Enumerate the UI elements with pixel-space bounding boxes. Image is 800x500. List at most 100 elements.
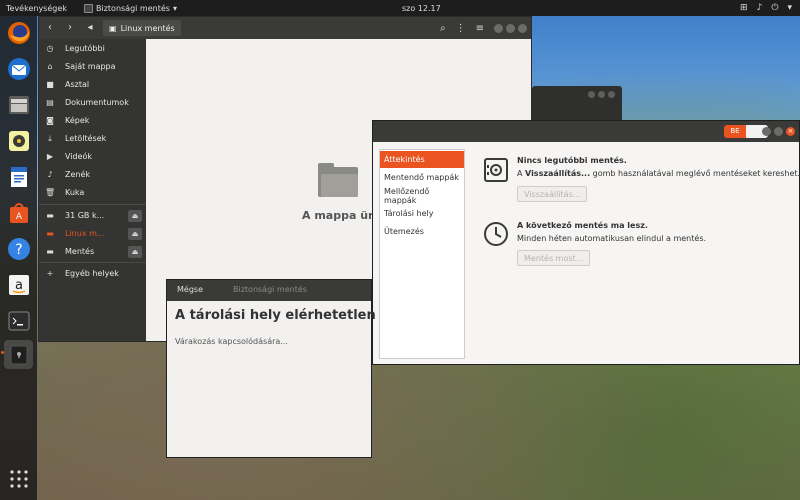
firefox-icon[interactable] (4, 18, 33, 47)
dialog-status-text: Várakozás kapcsolódására... (175, 337, 288, 346)
eject-icon[interactable]: ⏏ (128, 209, 142, 222)
video-icon: ▶ (46, 152, 54, 161)
close-button[interactable] (518, 23, 527, 33)
sidebar-item-desktop[interactable]: ■ Asztal (39, 76, 146, 93)
minimize-button[interactable] (762, 127, 771, 136)
sidebar-item-recent[interactable]: ◷ Legutóbbi (39, 40, 146, 57)
sidebar-item-downloads[interactable]: ⤓ Letöltések (39, 130, 146, 147)
terminal-icon[interactable] (4, 306, 33, 335)
empty-folder-icon (318, 163, 358, 197)
sidebar-item-home[interactable]: ⌂ Saját mappa (39, 58, 146, 75)
download-icon: ⤓ (48, 133, 52, 143)
cancel-button[interactable]: Mégse (177, 285, 203, 294)
sidebar-item-drive-31gb[interactable]: ▬ 31 GB k... ⏏ (39, 207, 146, 224)
app-menu-label: Biztonsági mentés (96, 3, 170, 13)
empty-folder-text: A mappa üre (302, 209, 381, 222)
menu-icon[interactable]: ≡ (476, 23, 484, 34)
sidebar-item-linux-backup[interactable]: ▬ Linux m... ⏏ (39, 225, 146, 242)
files-icon[interactable] (4, 90, 33, 119)
drive-icon: ▬ (46, 229, 54, 238)
clock-icon: ◷ (46, 44, 54, 53)
backup-now-button[interactable]: Mentés most... (517, 250, 591, 266)
app-grid-icon[interactable] (4, 464, 33, 493)
dock: A ? a (0, 16, 37, 500)
close-button[interactable] (608, 91, 615, 98)
sidebar-separator (39, 204, 146, 205)
last-backup-description: A Visszaállítás... gomb használatával me… (517, 169, 800, 178)
eject-icon[interactable]: ⏏ (128, 227, 142, 240)
writer-icon[interactable] (4, 162, 33, 191)
nav-folders-to-save[interactable]: Mentendő mappák (380, 169, 464, 186)
dialog-heading: A tárolási hely elérhetetlen (175, 308, 376, 323)
nav-overview[interactable]: Áttekintés (380, 151, 464, 168)
software-icon[interactable]: A (4, 198, 33, 227)
system-tray[interactable]: ⊞ ♪ ⏻ ▾ (740, 3, 792, 13)
folder-icon: ■ (46, 80, 54, 89)
next-backup-description: Minden héten automatikusan elindul a men… (517, 234, 707, 243)
eject-icon[interactable]: ⏏ (128, 245, 142, 258)
svg-text:a: a (15, 278, 23, 293)
toggle-on-label: BE (724, 125, 746, 138)
nav-scheduling[interactable]: Ütemezés (380, 223, 464, 240)
clock-icon (484, 222, 508, 246)
volume-icon[interactable]: ♪ (757, 3, 763, 13)
rhythmbox-icon[interactable] (4, 126, 33, 155)
trash-icon: 🗑 (45, 188, 56, 197)
app-menu[interactable]: Biztonsági mentés ▾ (84, 3, 177, 13)
activities-button[interactable]: Tevékenységek (0, 4, 84, 13)
close-button[interactable]: × (786, 127, 795, 136)
safe-icon (484, 158, 508, 182)
next-backup-title: A következő mentés ma lesz. (517, 221, 648, 230)
nav-storage-location[interactable]: Tárolási hely (380, 205, 464, 222)
maximize-button[interactable] (598, 91, 605, 98)
sidebar-item-backup[interactable]: ▬ Mentés ⏏ (39, 243, 146, 260)
drive-icon: ▣ (109, 23, 117, 33)
camera-icon: ◙ (46, 116, 54, 125)
restore-button[interactable]: Visszaállítás... (517, 186, 588, 202)
nav-folders-to-ignore[interactable]: Mellőzendő mappák (380, 187, 464, 205)
dialog-title: Biztonsági mentés (233, 285, 307, 294)
maximize-button[interactable] (506, 23, 515, 33)
drive-icon: ▬ (46, 247, 54, 256)
svg-text:?: ? (15, 242, 22, 258)
forward-button[interactable]: › (63, 20, 77, 36)
background-window[interactable] (532, 86, 622, 120)
sidebar-item-music[interactable]: ♪ Zenék (39, 166, 146, 183)
music-icon: ♪ (47, 170, 53, 179)
home-icon: ⌂ (47, 62, 53, 71)
svg-text:A: A (15, 212, 22, 222)
sidebar-item-other-locations[interactable]: + Egyéb helyek (39, 265, 146, 282)
thunderbird-icon[interactable] (4, 54, 33, 83)
sidebar-separator (39, 262, 146, 263)
sidebar-item-documents[interactable]: ▤ Dokumentumok (39, 94, 146, 111)
dialog-headerbar: Mégse Biztonsági mentés (167, 280, 371, 301)
sidebar-item-pictures[interactable]: ◙ Képek (39, 112, 146, 129)
view-toggle-icon[interactable]: ⋮ (456, 23, 466, 34)
document-icon: ▤ (46, 98, 54, 107)
path-label: Linux mentés (120, 23, 175, 33)
sidebar-item-trash[interactable]: 🗑 Kuka (39, 184, 146, 201)
network-icon[interactable]: ⊞ (740, 3, 748, 13)
storage-unavailable-dialog: Mégse Biztonsági mentés A tárolási hely … (166, 279, 376, 458)
minimize-button[interactable] (494, 23, 503, 33)
sidebar-item-videos[interactable]: ▶ Videók (39, 148, 146, 165)
path-button[interactable]: ▣ Linux mentés (103, 20, 181, 36)
places-sidebar: ◷ Legutóbbi ⌂ Saját mappa ■ Asztal ▤ Dokumen… (39, 39, 146, 341)
backup-headerbar: BE × (373, 121, 799, 142)
search-icon[interactable]: ⌕ (440, 23, 446, 34)
path-left-arrow-icon[interactable]: ◂ (83, 20, 97, 36)
amazon-icon[interactable]: a (4, 270, 33, 299)
backup-icon[interactable] (4, 340, 33, 369)
power-icon[interactable]: ⏻ (771, 3, 778, 13)
top-bar: Tevékenységek Biztonsági mentés ▾ szo 12… (0, 0, 800, 16)
clock[interactable]: szo 12.17 (402, 4, 441, 13)
minimize-button[interactable] (588, 91, 595, 98)
drive-icon: ▬ (46, 211, 54, 220)
help-icon[interactable]: ? (4, 234, 33, 263)
backup-nav: Áttekintés Mentendő mappák Mellőzendő ma… (379, 149, 465, 359)
back-button[interactable]: ‹ (43, 20, 57, 36)
chevron-down-icon: ▾ (172, 3, 177, 13)
backup-app-icon (84, 3, 93, 13)
arrow-down-icon[interactable]: ▾ (787, 3, 792, 13)
maximize-button[interactable] (774, 127, 783, 136)
